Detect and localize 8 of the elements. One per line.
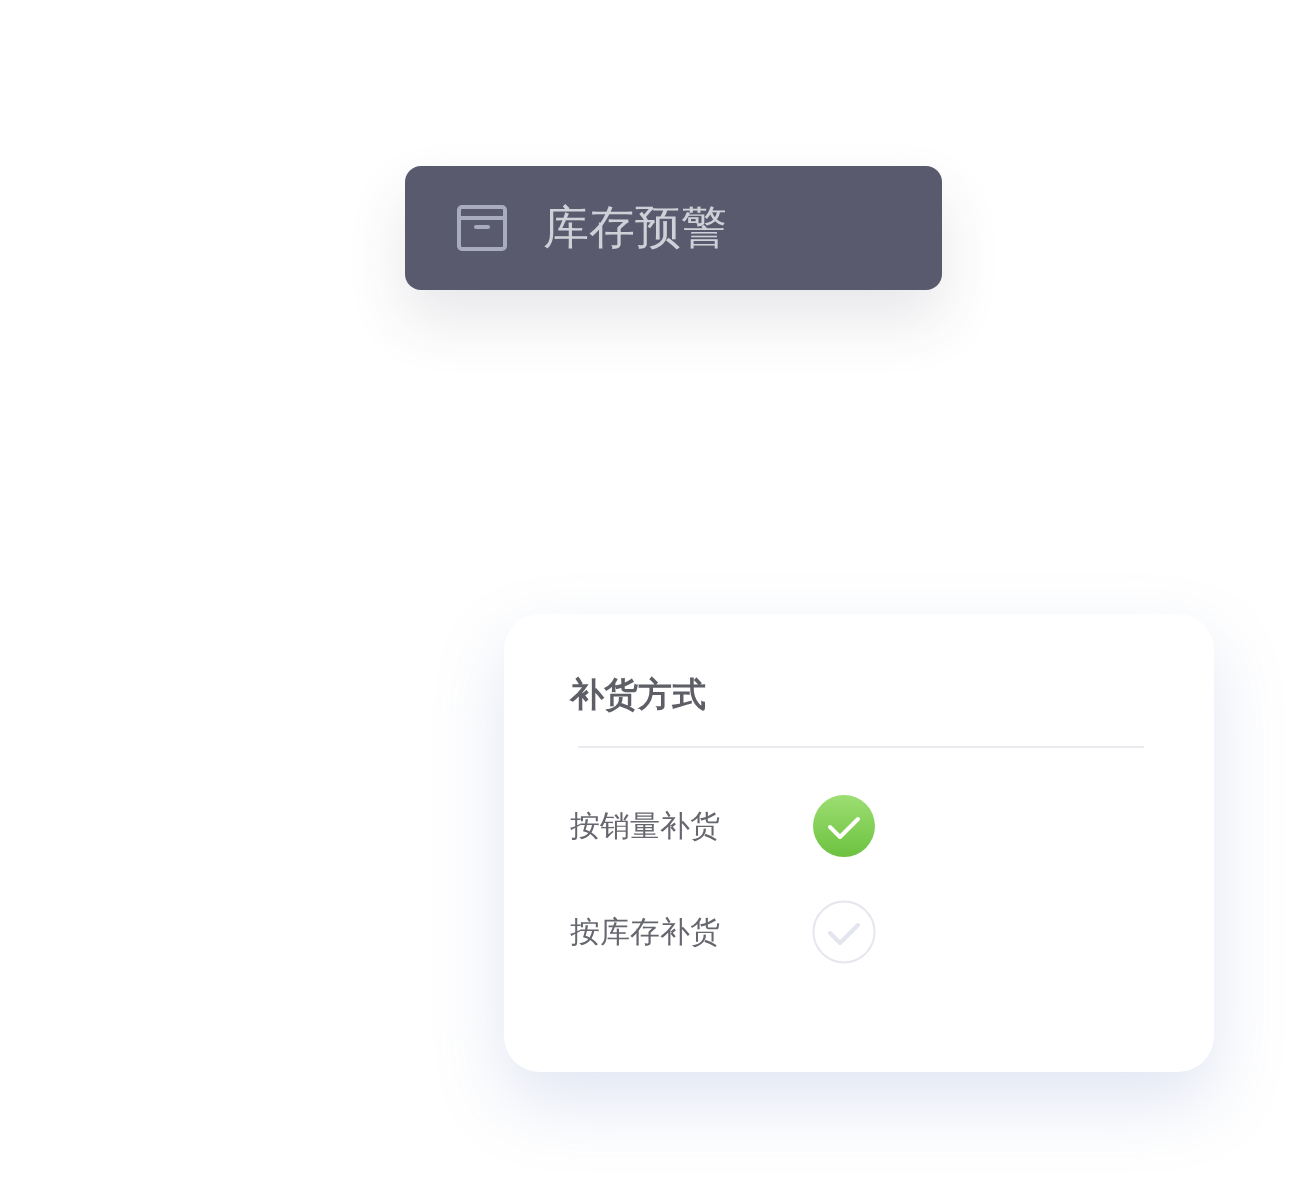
menu-label: 库存预警 [543,199,727,256]
archive-icon [457,205,507,251]
checked-circle[interactable] [812,794,876,858]
menu-item[interactable]: 库存预警 [405,166,942,290]
unchecked-circle[interactable] [812,900,876,964]
option-label: 按销量补货 [570,806,721,845]
option-label: 按库存补货 [570,912,721,951]
card-title: 补货方式 [570,673,707,716]
